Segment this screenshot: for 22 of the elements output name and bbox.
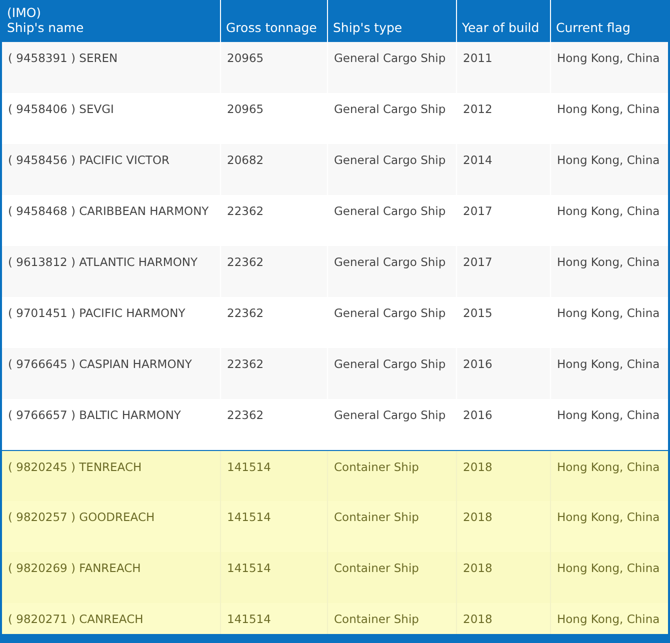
table-cell-text: ( 9820257 ) GOODREACH xyxy=(7,509,156,526)
column-header: Ship's name xyxy=(7,20,85,35)
table-cell-text: ( 9820269 ) FANREACH xyxy=(7,560,142,577)
table-cell: 2018 xyxy=(456,603,550,634)
table-cell: Container Ship xyxy=(327,603,456,634)
table-cell-text: ( 9458456 ) PACIFIC VICTOR xyxy=(7,152,170,169)
column-header: Gross tonnage xyxy=(226,20,318,35)
table-cell: Hong Kong, China xyxy=(550,603,668,634)
table-cell-text: ( 9701451 ) PACIFIC HARMONY xyxy=(7,305,186,322)
table-cell-text: ( 9458391 ) SEREN xyxy=(7,50,119,67)
column-header: (IMO) xyxy=(7,5,42,20)
column-header: Year of build xyxy=(462,20,540,35)
table-cell-text: ( 9820245 ) TENREACH xyxy=(7,459,143,476)
table-cell-text: ( 9766657 ) BALTIC HARMONY xyxy=(7,407,182,424)
table-cell-text: ( 9458406 ) SEVGI xyxy=(7,101,115,118)
table-cell: 141514 xyxy=(220,603,327,634)
table-cell-text: ( 9766645 ) CASPIAN HARMONY xyxy=(7,356,193,373)
column-header: Ship's type xyxy=(333,20,404,35)
table-cell-text: ( 9458468 ) CARIBBEAN HARMONY xyxy=(7,203,210,220)
table-cell-text: ( 9613812 ) ATLANTIC HARMONY xyxy=(7,254,199,271)
table-cell-text: ( 9820271 ) CANREACH xyxy=(7,611,144,628)
column-header: Current flag xyxy=(556,20,632,35)
